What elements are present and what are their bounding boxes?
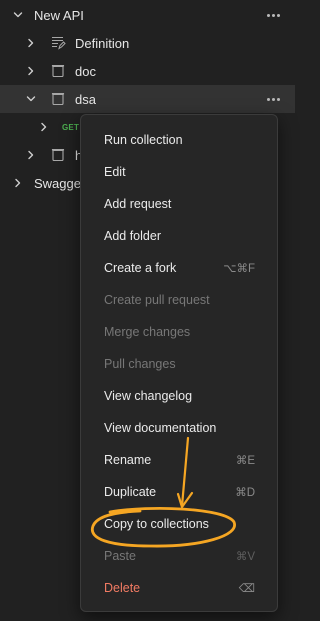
menu-item-merge-changes: Merge changes: [81, 316, 277, 348]
sidebar-panel: New API Definition doc dsa GET h Swagge …: [0, 0, 295, 621]
chevron-right-icon[interactable]: [25, 37, 37, 49]
menu-item-label: View documentation: [104, 421, 217, 435]
chevron-right-icon[interactable]: [25, 65, 37, 77]
menu-item-label: Duplicate: [104, 485, 157, 499]
menu-item-view-documentation[interactable]: View documentation: [81, 412, 277, 444]
chevron-right-icon[interactable]: [25, 149, 37, 161]
menu-item-shortcut: ⌘D: [235, 487, 255, 499]
menu-item-label: Pull changes: [104, 357, 176, 371]
tree-item-dsa[interactable]: dsa: [0, 85, 295, 113]
menu-item-copy-to-collections[interactable]: Copy to collections: [81, 508, 277, 540]
menu-item-label: Add folder: [104, 229, 161, 243]
menu-item-paste: Paste ⌘V: [81, 540, 277, 572]
tree-item-label: Definition: [75, 35, 130, 51]
menu-item-edit[interactable]: Edit: [81, 156, 277, 188]
chevron-right-icon[interactable]: [12, 177, 24, 189]
menu-item-duplicate[interactable]: Duplicate ⌘D: [81, 476, 277, 508]
menu-item-label: Create pull request: [104, 293, 210, 307]
chevron-down-icon[interactable]: [12, 9, 24, 21]
tree-item-label: dsa: [75, 91, 96, 107]
menu-item-rename[interactable]: Rename ⌘E: [81, 444, 277, 476]
chevron-down-icon[interactable]: [25, 93, 37, 105]
collection-new-api[interactable]: New API: [0, 1, 295, 29]
menu-item-label: Edit: [104, 165, 126, 179]
tree-item-definition[interactable]: Definition: [0, 29, 295, 57]
menu-item-create-pull-request: Create pull request: [81, 284, 277, 316]
menu-item-label: Merge changes: [104, 325, 191, 339]
folder-icon: [50, 147, 66, 163]
menu-item-shortcut: ⌥⌘F: [223, 263, 255, 275]
menu-item-add-request[interactable]: Add request: [81, 188, 277, 220]
tree-item-label: doc: [75, 63, 96, 79]
menu-item-label: Paste: [104, 549, 136, 563]
definition-icon: [50, 35, 66, 51]
menu-item-label: Copy to collections: [104, 517, 209, 531]
collection-name: Swagge: [34, 175, 81, 191]
menu-item-label: View changelog: [104, 389, 193, 403]
menu-item-label: Delete: [104, 581, 141, 595]
more-options-icon[interactable]: [265, 91, 281, 107]
more-options-icon[interactable]: [265, 7, 281, 23]
chevron-right-icon[interactable]: [38, 121, 50, 133]
menu-item-add-folder[interactable]: Add folder: [81, 220, 277, 252]
menu-item-label: Create a fork: [104, 261, 177, 275]
method-badge: GET: [62, 123, 80, 132]
menu-item-label: Rename: [104, 453, 152, 467]
folder-icon: [50, 63, 66, 79]
menu-item-pull-changes: Pull changes: [81, 348, 277, 380]
menu-item-view-changelog[interactable]: View changelog: [81, 380, 277, 412]
menu-item-shortcut: ⌘V: [235, 551, 255, 563]
backspace-icon: ⌫: [238, 583, 255, 595]
collection-name: New API: [34, 7, 84, 23]
menu-item-label: Run collection: [104, 133, 183, 147]
folder-icon: [50, 91, 66, 107]
tree-item-doc[interactable]: doc: [0, 57, 295, 85]
menu-item-shortcut: ⌘E: [235, 455, 255, 467]
context-menu: Run collection Edit Add request Add fold…: [80, 114, 278, 612]
menu-item-label: Add request: [104, 197, 172, 211]
menu-item-run-collection[interactable]: Run collection: [81, 124, 277, 156]
menu-item-delete[interactable]: Delete ⌫: [81, 572, 277, 604]
menu-item-create-fork[interactable]: Create a fork ⌥⌘F: [81, 252, 277, 284]
